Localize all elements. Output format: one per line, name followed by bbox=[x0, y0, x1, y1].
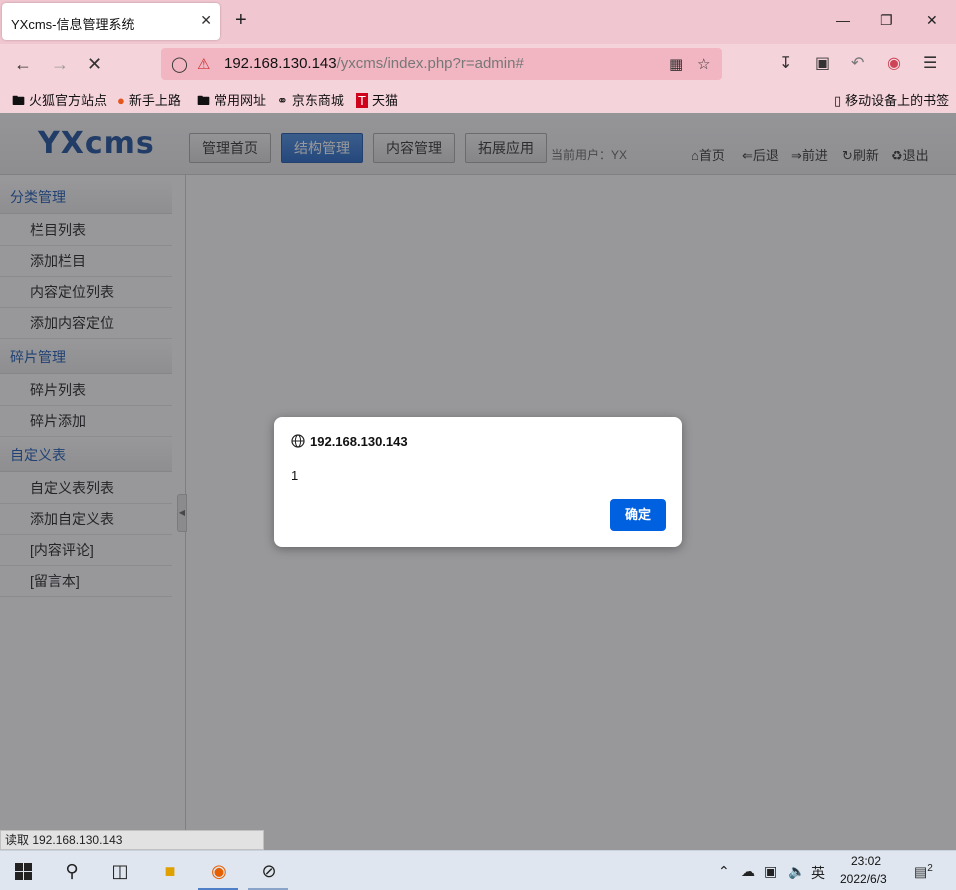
ime-indicator[interactable]: 英 bbox=[811, 863, 825, 883]
folder-icon: 🖿 bbox=[197, 93, 211, 108]
bookmark-mobile[interactable]: ▯ 移动设备上的书签 bbox=[834, 90, 949, 109]
chevron-up-icon[interactable]: ⌃ bbox=[718, 863, 730, 880]
undo-icon[interactable]: ↶ bbox=[851, 54, 864, 74]
clock-time[interactable]: 23:02 bbox=[851, 854, 881, 868]
notification-icon[interactable]: ▤2 bbox=[914, 863, 933, 881]
bookmark-common-sites[interactable]: 🖿 常用网址 bbox=[197, 90, 266, 114]
file-explorer-icon[interactable]: ■ bbox=[159, 860, 181, 882]
bookmark-jd[interactable]: ⚭ 京东商城 bbox=[277, 90, 344, 109]
task-view-icon[interactable]: ◫ bbox=[109, 860, 131, 882]
back-icon[interactable]: ← bbox=[14, 54, 32, 74]
status-bar: 读取 192.168.130.143 bbox=[0, 830, 264, 850]
url-text[interactable]: 192.168.130.143/yxcms/index.php?r=admin# bbox=[224, 55, 524, 72]
browser-tab[interactable]: YXcms-信息管理系统 ✕ bbox=[2, 3, 220, 40]
url-bar[interactable]: ◯ ⚠ 192.168.130.143/yxcms/index.php?r=ad… bbox=[161, 48, 722, 80]
tmall-icon: T bbox=[356, 93, 368, 108]
ok-button[interactable]: 确定 bbox=[610, 499, 666, 531]
dialog-title: 192.168.130.143 bbox=[310, 434, 408, 449]
crop-icon[interactable]: ▣ bbox=[815, 54, 830, 74]
globe-icon: ⚭ bbox=[277, 93, 288, 108]
download-icon[interactable]: ↧ bbox=[779, 54, 792, 74]
forward-icon[interactable]: → bbox=[51, 54, 69, 74]
folder-icon: 🖿 bbox=[12, 93, 26, 108]
window-close-icon[interactable]: ✕ bbox=[926, 12, 938, 29]
extension-icon[interactable]: ◉ bbox=[887, 54, 901, 74]
app-icon[interactable]: ⊘ bbox=[258, 860, 280, 882]
bookmark-getting-started[interactable]: ● 新手上路 bbox=[117, 90, 181, 109]
search-icon[interactable]: ⚲ bbox=[61, 860, 83, 882]
firefox-icon[interactable]: ◉ bbox=[208, 860, 230, 882]
new-tab-button[interactable]: + bbox=[235, 10, 247, 30]
menu-icon[interactable]: ☰ bbox=[923, 54, 937, 74]
clock-date[interactable]: 2022/6/3 bbox=[840, 872, 887, 886]
volume-muted-icon[interactable]: 🔈 bbox=[788, 863, 805, 880]
stop-icon[interactable]: ✕ bbox=[87, 54, 102, 74]
bookmark-firefox-site[interactable]: 🖿 火狐官方站点 bbox=[12, 90, 107, 114]
firefox-icon: ● bbox=[117, 93, 125, 108]
bookmarks-bar: 🖿 火狐官方站点 ● 新手上路 🖿 常用网址 ⚭ 京东商城 T 天猫 ▯ 移动设备上的书签 bbox=[0, 84, 956, 113]
tab-title: YXcms-信息管理系统 bbox=[11, 17, 135, 32]
minimize-icon[interactable]: — bbox=[836, 12, 850, 28]
cloud-error-icon[interactable]: ☁ bbox=[741, 863, 755, 880]
bookmark-tmall[interactable]: T 天猫 bbox=[356, 90, 398, 109]
restore-icon[interactable]: ❐ bbox=[880, 12, 893, 29]
phone-icon: ▯ bbox=[834, 93, 842, 108]
qr-code-icon[interactable]: ▦ bbox=[669, 55, 683, 73]
taskbar: ⚲ ◫ ■ ◉ ⊘ ⌃ ☁ ▣ 🔈 英 23:02 2022/6/3 ▤2 bbox=[0, 850, 956, 890]
dialog-message: 1 bbox=[291, 468, 299, 483]
shield-icon[interactable]: ◯ bbox=[171, 55, 188, 73]
browser-tab-strip: YXcms-信息管理系统 ✕ + — ❐ ✕ bbox=[0, 0, 956, 44]
network-icon[interactable]: ▣ bbox=[764, 863, 777, 880]
navigation-toolbar: ← → ✕ ◯ ⚠ 192.168.130.143/yxcms/index.ph… bbox=[0, 44, 956, 84]
bookmark-star-icon[interactable]: ☆ bbox=[697, 55, 710, 73]
alert-dialog: 192.168.130.143 1 确定 bbox=[274, 417, 682, 547]
globe-icon bbox=[291, 434, 305, 448]
tab-close-icon[interactable]: ✕ bbox=[200, 12, 212, 29]
windows-start-icon[interactable] bbox=[15, 863, 32, 880]
insecure-lock-icon[interactable]: ⚠ bbox=[197, 55, 210, 73]
